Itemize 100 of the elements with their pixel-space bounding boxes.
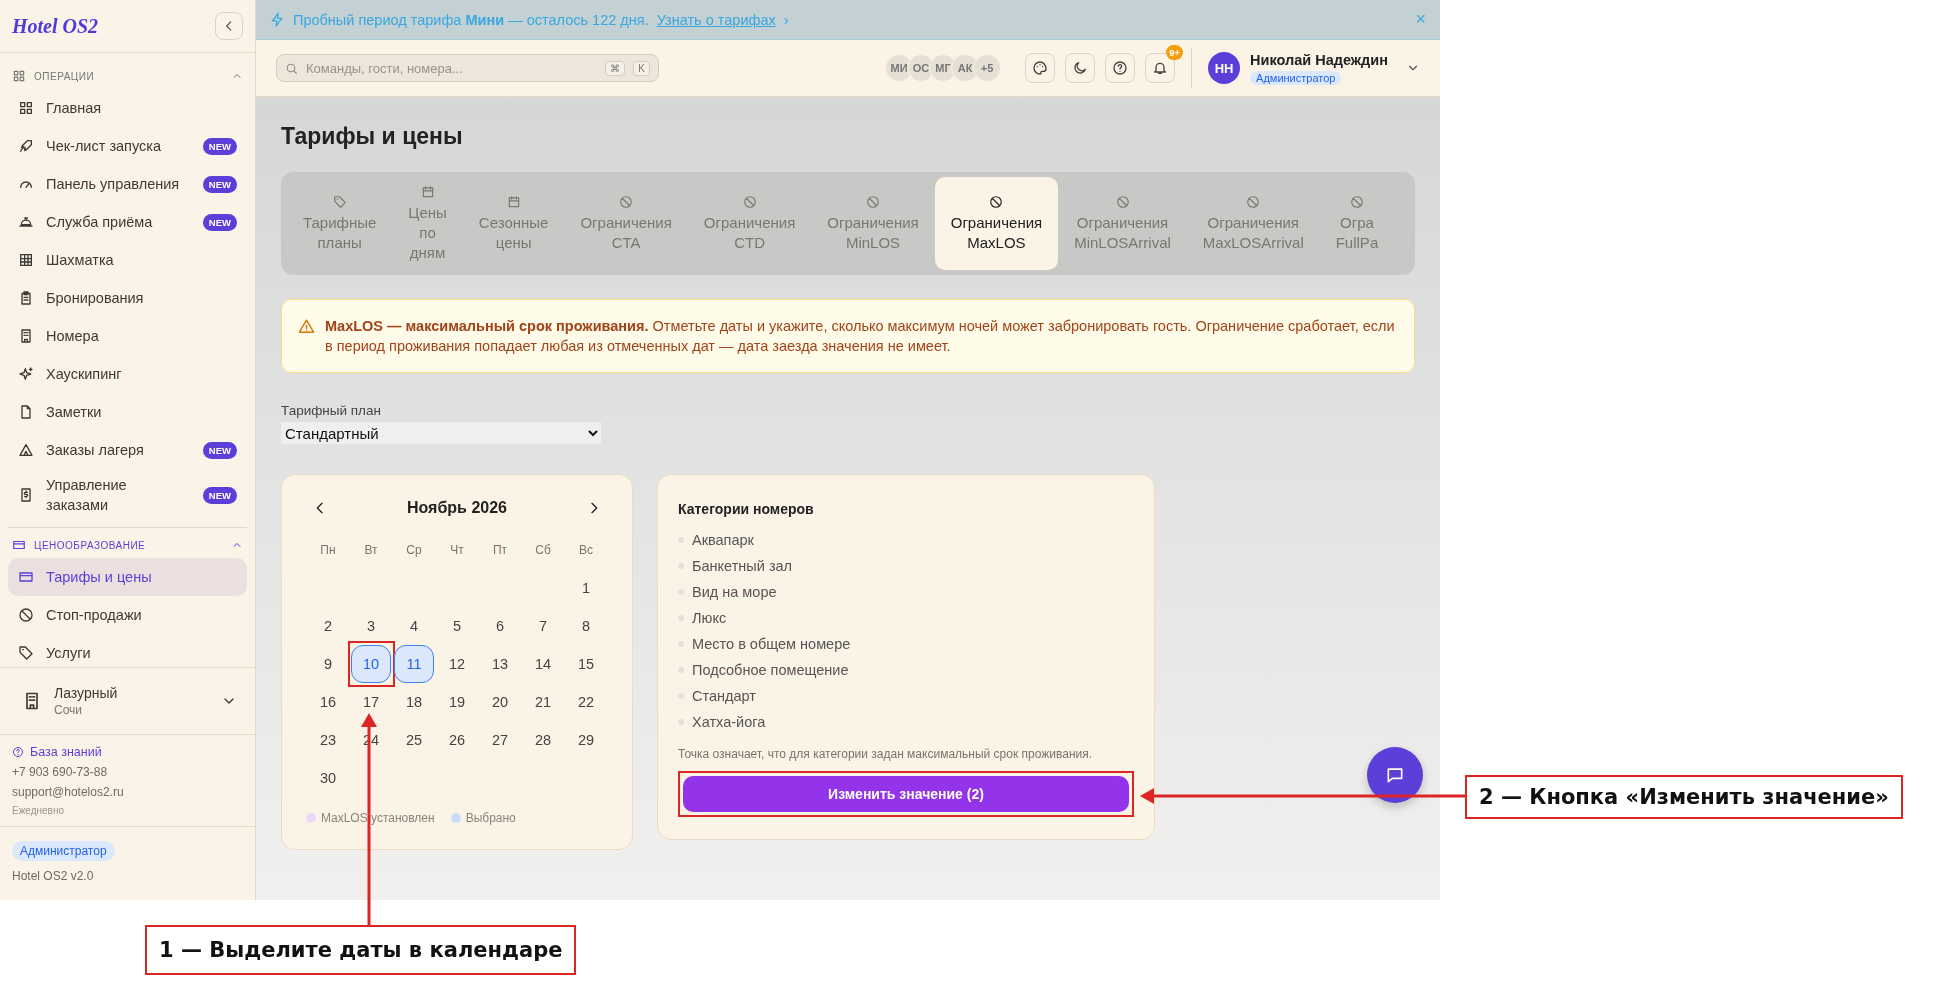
- calendar-day[interactable]: 29: [566, 721, 606, 759]
- calendar-day[interactable]: 3: [351, 607, 391, 645]
- change-value-button[interactable]: Изменить значение (2): [683, 776, 1129, 812]
- new-badge: NEW: [202, 137, 237, 155]
- calendar-day[interactable]: 30: [308, 759, 348, 797]
- weekday-label: Пт: [491, 542, 509, 559]
- ban-icon: [742, 194, 757, 209]
- nav-item[interactable]: Главная: [8, 89, 247, 127]
- search-bar[interactable]: Команды, гости, номера... ⌘ K: [276, 54, 659, 82]
- help-button[interactable]: [1105, 53, 1136, 83]
- chat-icon: [1385, 765, 1405, 785]
- dark-mode-button[interactable]: [1065, 53, 1096, 83]
- role-badge: Администратор: [12, 841, 115, 861]
- page-title: Тарифы и цены: [281, 123, 464, 150]
- moon-icon: [1072, 60, 1089, 76]
- category-name: Подсобное помещение: [692, 662, 849, 678]
- rate-plan-select[interactable]: Стандартный: [281, 422, 601, 444]
- nav-item[interactable]: Заметки: [8, 393, 247, 431]
- calendar-day[interactable]: 7: [523, 607, 563, 645]
- nav-item[interactable]: Управление заказами NEW: [8, 469, 247, 521]
- tag-icon: [18, 645, 34, 661]
- nav-item[interactable]: Панель управления NEW: [8, 165, 247, 203]
- calendar-day[interactable]: 14: [523, 645, 563, 683]
- calendar-day[interactable]: 6: [480, 607, 520, 645]
- tent-icon: [18, 442, 34, 458]
- palette-icon: [1032, 60, 1049, 76]
- category-name: Аквапарк: [692, 532, 754, 548]
- search-field[interactable]: Команды, гости, номера...: [306, 60, 598, 76]
- calendar-day[interactable]: 2: [308, 607, 348, 645]
- card-icon: [18, 569, 34, 585]
- calendar-day[interactable]: 20: [480, 683, 520, 721]
- tag-icon: [332, 194, 347, 209]
- legend-label: MaxLOS установлен: [321, 811, 435, 825]
- knowledge-base-link[interactable]: База знаний: [30, 745, 102, 759]
- theme-palette-button[interactable]: [1025, 53, 1056, 83]
- calendar-day[interactable]: 15: [566, 645, 606, 683]
- nav-item[interactable]: Заказы лагеря NEW: [8, 431, 247, 469]
- calendar-day[interactable]: 22: [566, 683, 606, 721]
- app-logo: Hotel OS2: [12, 14, 99, 38]
- calendar-day[interactable]: 26: [437, 721, 477, 759]
- nav-item[interactable]: Хаускипинг: [8, 355, 247, 393]
- ban-icon: [619, 194, 634, 209]
- calendar-day[interactable]: 5: [437, 607, 477, 645]
- ban-icon: [1115, 194, 1130, 209]
- collapse-sidebar-button[interactable]: [215, 12, 243, 40]
- calendar-day[interactable]: 12: [437, 645, 477, 683]
- nav-item[interactable]: Служба приёма NEW: [8, 203, 247, 241]
- nav-item[interactable]: Чек-лист запуска NEW: [8, 127, 247, 165]
- callout-label: 2 — Кнопка «Изменить значение»: [1465, 775, 1903, 819]
- calendar-day[interactable]: 17: [351, 683, 391, 721]
- calendar-day[interactable]: 10: [351, 645, 391, 683]
- calendar-day[interactable]: 11: [394, 645, 434, 683]
- calendar-day[interactable]: 4: [394, 607, 434, 645]
- calendar-day[interactable]: 28: [523, 721, 563, 759]
- calendar-day[interactable]: 19: [437, 683, 477, 721]
- calendar-day[interactable]: 23: [308, 721, 348, 759]
- calendar-day[interactable]: 1: [566, 569, 606, 607]
- shortcut-key: K: [633, 60, 650, 76]
- trial-text: Пробный период тарифа Мини — осталось 122 дня.: [293, 11, 649, 28]
- calendar-icon: [506, 194, 521, 209]
- nav-item[interactable]: Стоп-продажи: [8, 596, 247, 634]
- user-name: Николай Надеждин: [1250, 51, 1388, 68]
- user-avatar: НН: [1208, 52, 1241, 84]
- section-header[interactable]: ОПЕРАЦИИ: [8, 63, 247, 89]
- weekday-label: Ср: [405, 542, 423, 559]
- ban-icon: [989, 194, 1004, 209]
- grid-icon: [12, 69, 26, 83]
- nav-item[interactable]: Услуги: [8, 634, 247, 667]
- nav-item[interactable]: Шахматка: [8, 241, 247, 279]
- calendar-day[interactable]: 16: [308, 683, 348, 721]
- app-version: Hotel OS2 v2.0: [12, 869, 94, 883]
- help-icon: [1112, 60, 1129, 76]
- weekday-label: Вт: [363, 542, 379, 559]
- property-switcher[interactable]: Лазурный Сочи: [0, 667, 255, 735]
- building-icon: [18, 328, 34, 344]
- calendar-day[interactable]: 25: [394, 721, 434, 759]
- link-arrow: ›: [783, 11, 789, 28]
- chat-button[interactable]: [1367, 747, 1423, 803]
- calendar-day[interactable]: 18: [394, 683, 434, 721]
- calendar-day[interactable]: 13: [480, 645, 520, 683]
- nav-item[interactable]: Бронирования: [8, 279, 247, 317]
- dollar-icon: [18, 487, 34, 503]
- ban-icon: [1349, 194, 1364, 209]
- category-name: Хатха-йога: [692, 714, 766, 730]
- calendar-day[interactable]: 27: [480, 721, 520, 759]
- rocket-icon: [18, 138, 34, 154]
- search-icon: [285, 61, 298, 75]
- ban-icon: [866, 194, 880, 209]
- card-title: Категории номеров: [678, 501, 815, 517]
- ban-icon: [18, 607, 34, 623]
- calendar-day[interactable]: 21: [523, 683, 563, 721]
- nav-item[interactable]: Тарифы и цены: [8, 558, 247, 596]
- calendar-day[interactable]: 9: [308, 645, 348, 683]
- clipboard-icon: [18, 290, 34, 306]
- weekday-label: Сб: [534, 542, 552, 559]
- calendar-day[interactable]: 8: [566, 607, 606, 645]
- nav-item[interactable]: Номера: [8, 317, 247, 355]
- help-icon: [12, 746, 24, 758]
- tab[interactable]: Ограничения MaxLOS: [934, 177, 1059, 270]
- new-badge: NEW: [202, 486, 237, 504]
